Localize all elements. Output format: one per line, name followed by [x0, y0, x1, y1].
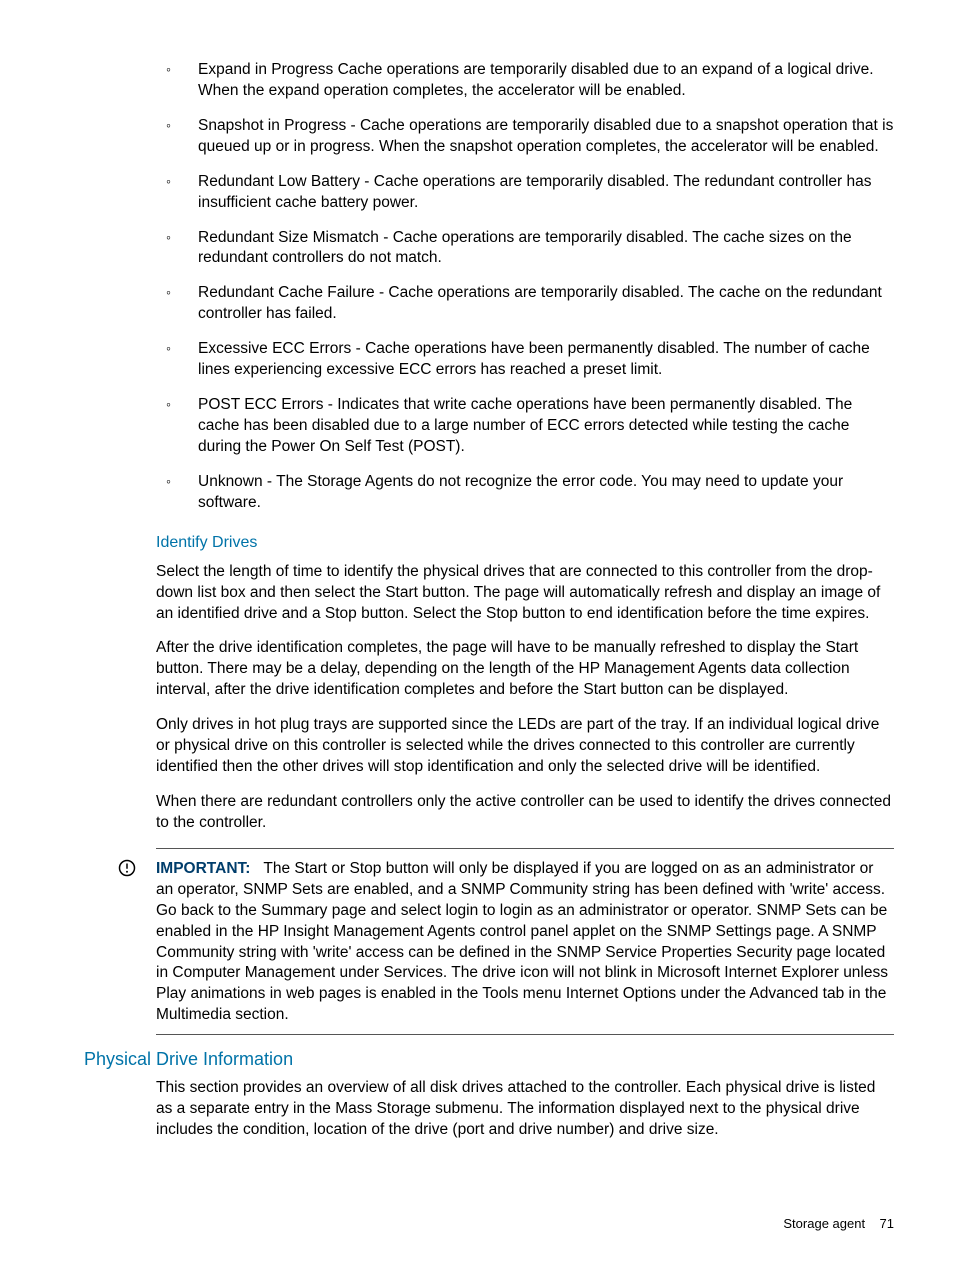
identify-drives-heading: Identify Drives — [156, 534, 894, 552]
body-paragraph: When there are redundant controllers onl… — [156, 792, 894, 834]
list-item: POST ECC Errors - Indicates that write c… — [156, 395, 894, 458]
important-callout: IMPORTANT: The Start or Stop button will… — [156, 859, 894, 1026]
body-paragraph: After the drive identification completes… — [156, 638, 894, 701]
list-item: Expand in Progress Cache operations are … — [156, 60, 894, 102]
list-item: Unknown - The Storage Agents do not reco… — [156, 472, 894, 514]
important-body: The Start or Stop button will only be di… — [156, 860, 888, 1023]
list-item: Redundant Cache Failure - Cache operatio… — [156, 283, 894, 325]
page-footer: Storage agent 71 — [783, 1216, 894, 1231]
list-item: Redundant Size Mismatch - Cache operatio… — [156, 228, 894, 270]
important-label: IMPORTANT: — [156, 860, 250, 877]
divider — [156, 1034, 894, 1035]
footer-section: Storage agent — [783, 1216, 865, 1231]
list-item: Redundant Low Battery - Cache operations… — [156, 172, 894, 214]
cache-status-list: Expand in Progress Cache operations are … — [156, 60, 894, 514]
footer-page-number: 71 — [880, 1216, 894, 1231]
important-icon — [118, 859, 136, 877]
body-paragraph: Only drives in hot plug trays are suppor… — [156, 715, 894, 778]
list-item: Snapshot in Progress - Cache operations … — [156, 116, 894, 158]
divider — [156, 848, 894, 849]
important-text: IMPORTANT: The Start or Stop button will… — [156, 859, 894, 1026]
body-paragraph: Select the length of time to identify th… — [156, 562, 894, 625]
body-paragraph: This section provides an overview of all… — [156, 1078, 894, 1141]
physical-drive-heading: Physical Drive Information — [84, 1049, 894, 1070]
list-item: Excessive ECC Errors - Cache operations … — [156, 339, 894, 381]
